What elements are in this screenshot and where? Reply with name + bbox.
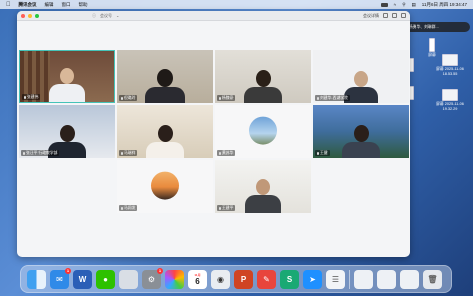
chevron-down-icon: ⌄ <box>116 13 120 18</box>
meeting-title: 会议号 <box>100 12 112 18</box>
tencent-meeting-icon[interactable]: S <box>280 269 299 289</box>
video-tile[interactable]: 王建平 <box>215 160 311 213</box>
notification-badge: 1 <box>65 267 71 274</box>
meeting-window: ⓘ 会议号 ⌄ 会议详情 张建伟 倪璐玲 杨魏豪 刘建华-西湖学院 张汪平 行政… <box>17 11 410 257</box>
powerpoint-icon[interactable]: P <box>234 269 253 289</box>
system-settings-icon[interactable]: ⚙ 1 <box>142 267 163 289</box>
app-store-icon[interactable]: ☰ <box>326 269 345 289</box>
video-grid: 张建伟 倪璐玲 杨魏豪 刘建华-西湖学院 张汪平 行政教学部 马瑞祥 黄苏华 王… <box>19 50 409 240</box>
menu-edit[interactable]: 编辑 <box>45 2 54 8</box>
dock: ✉ 1 W ● ⚙ 1 11月 6 ◉ P ✎ S ➤ ☰ 🗑 <box>20 265 452 293</box>
calendar-day: 6 <box>195 276 200 286</box>
word-icon[interactable]: W <box>73 269 92 289</box>
dock-separator <box>349 269 350 289</box>
window-titlebar: ⓘ 会议号 ⌄ 会议详情 <box>17 11 410 21</box>
qq-icon[interactable]: ◉ <box>211 269 230 289</box>
desktop-file[interactable]: 屏幕 2025-11-06 18.53.55 <box>430 54 470 76</box>
mail-icon[interactable]: ✉ 1 <box>50 267 71 289</box>
file-thumbnail <box>442 89 458 101</box>
grid-view-icon[interactable] <box>392 13 397 18</box>
participant-name: 张汪平 行政教学部 <box>21 150 60 156</box>
microphone-icon <box>317 151 319 155</box>
participant-name: 黄苏华 <box>217 150 236 156</box>
calendar-icon[interactable]: 11月 6 <box>188 269 207 289</box>
video-tile[interactable]: 马瑞祥 <box>117 105 213 158</box>
file-label: 屏幕 2025-11-06 18.53.55 <box>436 67 464 76</box>
close-window-button[interactable] <box>21 13 25 18</box>
recent-file-icon[interactable] <box>400 269 419 289</box>
video-tile[interactable]: 张汪平 行政教学部 <box>19 105 115 158</box>
app-name-menu[interactable]: 腾讯会议 <box>19 2 37 8</box>
avatar <box>151 171 179 200</box>
info-icon: ⓘ <box>92 12 96 18</box>
avatar <box>249 116 277 145</box>
participant-name: 张建伟 <box>22 94 41 100</box>
wps-icon[interactable]: ✎ <box>257 269 276 289</box>
microphone-icon <box>24 95 26 99</box>
video-tile[interactable]: 张建伟 <box>19 50 115 103</box>
minimize-window-button[interactable] <box>28 13 32 18</box>
control-center-icon[interactable]: ▤ <box>412 2 416 8</box>
battery-icon[interactable] <box>380 2 388 7</box>
recent-file-icon[interactable] <box>377 269 396 289</box>
notification-badge: 1 <box>157 267 163 274</box>
participant-name: 王健 <box>315 150 330 156</box>
menu-window[interactable]: 窗口 <box>62 2 71 8</box>
microphone-icon <box>219 151 221 155</box>
video-tile[interactable]: 马润发 <box>117 160 213 213</box>
video-tile[interactable]: 王健 <box>313 105 409 158</box>
meeting-details[interactable]: 会议详情 <box>363 13 379 19</box>
microphone-icon <box>121 96 123 100</box>
video-tile[interactable]: 倪璐玲 <box>117 50 213 103</box>
video-tile[interactable]: 黄苏华 <box>215 105 311 158</box>
layout-icon[interactable] <box>383 13 388 18</box>
participant-name: 刘建华-西湖学院 <box>315 95 350 101</box>
file-label: 屏幕 2025-11-06 19.32.29 <box>436 102 464 111</box>
wechat-icon[interactable]: ● <box>96 269 115 289</box>
preview-icon[interactable] <box>119 269 138 289</box>
finder-icon[interactable] <box>27 269 46 289</box>
participant-video <box>146 125 184 158</box>
microphone-icon <box>121 151 123 155</box>
participant-video <box>245 179 281 213</box>
microphone-icon <box>121 206 123 210</box>
video-tile[interactable]: 杨魏豪 <box>215 50 311 103</box>
fullscreen-icon[interactable] <box>401 13 406 18</box>
file-thumbnail <box>429 38 435 52</box>
microphone-icon <box>219 206 221 210</box>
participant-name: 杨魏豪 <box>217 95 236 101</box>
participant-video <box>244 70 282 103</box>
file-thumbnail <box>442 54 458 66</box>
microphone-icon <box>219 96 221 100</box>
participant-video <box>342 125 380 158</box>
menu-clock[interactable]: 11月6日 周四 19:34:47 <box>422 2 467 8</box>
meeting-info[interactable]: ⓘ 会议号 ⌄ <box>92 13 119 19</box>
participant-name: 王建平 <box>217 205 236 211</box>
participant-name: 马瑞祥 <box>119 150 138 156</box>
participant-video <box>145 69 185 103</box>
photos-icon[interactable] <box>165 269 184 289</box>
recent-file-icon[interactable] <box>354 269 373 289</box>
safari-icon[interactable]: ➤ <box>303 269 322 289</box>
menu-help[interactable]: 帮助 <box>79 2 88 8</box>
fullscreen-window-button[interactable] <box>35 13 39 18</box>
video-tile[interactable]: 刘建华-西湖学院 <box>313 50 409 103</box>
microphone-icon <box>23 151 25 155</box>
desktop-file[interactable]: 屏幕 2025-11-06 19.32.29 <box>430 89 470 111</box>
trash-icon[interactable]: 🗑 <box>423 269 442 289</box>
search-icon[interactable]: ⚲ <box>402 2 405 8</box>
microphone-icon <box>317 96 319 100</box>
participant-video <box>49 68 85 102</box>
apple-menu-icon[interactable]:  <box>6 2 11 8</box>
participant-name: 马润发 <box>119 205 138 211</box>
menu-bar:  腾讯会议 编辑 窗口 帮助 ≈ ⚲ ▤ 11月6日 周四 19:34:47 <box>0 0 473 9</box>
participant-name: 倪璐玲 <box>119 95 138 101</box>
wifi-icon[interactable]: ≈ <box>394 2 396 7</box>
